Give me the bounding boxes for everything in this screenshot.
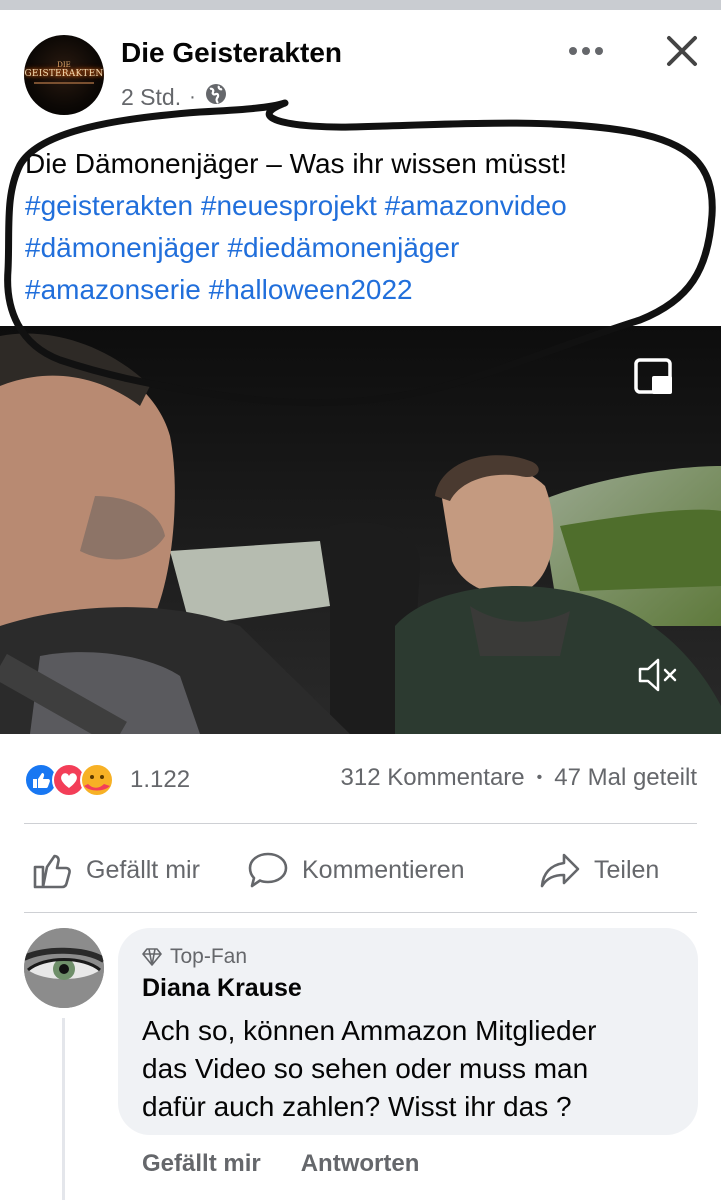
- comment-count[interactable]: 312 Kommentare: [341, 764, 525, 792]
- hashtag-link[interactable]: #geisterakten: [25, 190, 193, 221]
- share-arrow-icon: [540, 853, 580, 888]
- share-button[interactable]: Teilen: [538, 845, 659, 895]
- avatar-logo-text: GEISTERAKTEN: [24, 69, 104, 79]
- stats-separator: •: [536, 769, 543, 786]
- eye-image: [24, 928, 104, 1008]
- video-frame: [0, 326, 721, 734]
- comment-like-button[interactable]: Gefällt mir: [142, 1150, 261, 1178]
- like-label: Gefällt mir: [86, 855, 200, 884]
- page-name[interactable]: Die Geisterakten: [121, 37, 342, 69]
- meta-separator: ·: [189, 85, 196, 108]
- post-text-line: Die Dämonenjäger – Was ihr wissen müsst!: [25, 148, 568, 179]
- hashtag-line-1: #geisterakten #neuesprojekt #amazonvideo: [25, 185, 705, 227]
- reaction-count: 1.122: [130, 766, 191, 793]
- thread-line: [62, 1018, 65, 1200]
- commenter-avatar[interactable]: [24, 928, 104, 1008]
- like-button[interactable]: Gefällt mir: [32, 845, 200, 895]
- comment-author[interactable]: Diana Krause: [142, 974, 302, 1003]
- share-label: Teilen: [594, 855, 660, 884]
- hashtag-link[interactable]: #dämonenjäger: [25, 232, 220, 263]
- comment-line: das Video so sehen oder muss man: [142, 1053, 589, 1084]
- hashtag-link[interactable]: #halloween2022: [209, 274, 413, 305]
- comment-text: Ach so, können Ammazon Mitglieder das Vi…: [142, 1012, 692, 1126]
- hashtag-link[interactable]: #amazonvideo: [385, 190, 567, 221]
- picture-in-picture-button[interactable]: [632, 356, 678, 398]
- engagement-stats: 312 Kommentare • 47 Mal geteilt: [341, 764, 697, 792]
- page-avatar[interactable]: DIE GEISTERAKTEN: [24, 35, 104, 115]
- post-time[interactable]: 2 Std.: [121, 84, 181, 111]
- more-options-button[interactable]: [566, 34, 606, 68]
- hashtag-line-3: #amazonserie #halloween2022: [25, 269, 705, 311]
- comment-button[interactable]: Kommentieren: [246, 845, 465, 895]
- picture-in-picture-icon: [634, 358, 672, 394]
- globe-icon: [204, 82, 228, 112]
- status-strip: [0, 0, 721, 10]
- reaction-summary[interactable]: 1.122: [24, 760, 190, 800]
- hashtag-link[interactable]: #amazonserie: [25, 274, 201, 305]
- comment-line: dafür auch zahlen? Wisst ihr das ?: [142, 1091, 572, 1122]
- close-icon: [667, 36, 697, 66]
- divider: [24, 823, 697, 824]
- mute-button[interactable]: [636, 654, 682, 696]
- comment-bubble-icon: [248, 852, 288, 888]
- badge-label: Top-Fan: [170, 945, 248, 968]
- post-text: Die Dämonenjäger – Was ihr wissen müsst!…: [25, 143, 705, 311]
- more-icon: [569, 47, 603, 55]
- share-count[interactable]: 47 Mal geteilt: [554, 764, 697, 792]
- care-icon: [80, 763, 114, 797]
- comment-reply-button[interactable]: Antworten: [301, 1150, 420, 1178]
- comment-label: Kommentieren: [302, 855, 465, 884]
- comment-actions: Gefällt mir Antworten: [142, 1150, 419, 1178]
- post-meta: 2 Std. ·: [121, 82, 228, 112]
- diamond-icon: [142, 948, 162, 966]
- divider: [24, 912, 697, 913]
- avatar-logo-underline: [34, 82, 94, 84]
- hashtag-link[interactable]: #neuesprojekt: [201, 190, 377, 221]
- thumbs-up-icon: [33, 854, 71, 889]
- hashtag-link[interactable]: #diedämonenjäger: [227, 232, 459, 263]
- muted-speaker-icon: [638, 658, 677, 692]
- video-player[interactable]: [0, 326, 721, 734]
- avatar-logo-small: DIE: [57, 61, 71, 69]
- close-button[interactable]: [660, 30, 704, 72]
- hashtag-line-2: #dämonenjäger #diedämonenjäger: [25, 227, 705, 269]
- top-fan-badge: Top-Fan: [142, 945, 247, 969]
- comment-line: Ach so, können Ammazon Mitglieder: [142, 1015, 597, 1046]
